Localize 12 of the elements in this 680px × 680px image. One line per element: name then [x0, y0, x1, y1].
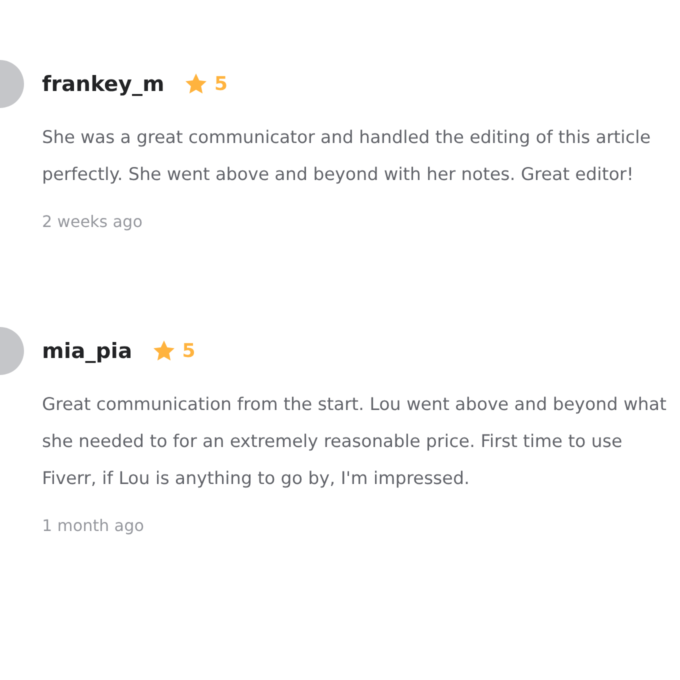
review-text: Great communication from the start. Lou went above and beyond what she needed to for an extremely reasonable price. First time to use Fiverr, if Lou is anything to go by, I'm impressed. [42, 394, 668, 491]
star-icon [184, 72, 208, 96]
review-text: She was a great communicator and handled the editing of this article perfectly. She went above and beyond with her notes. Great editor! [42, 127, 652, 187]
rating-value: 5 [182, 340, 196, 362]
star-icon [152, 339, 176, 363]
username: mia_pia [42, 339, 132, 363]
review-time: 1 month ago [42, 516, 146, 535]
review-time: 2 weeks ago [42, 212, 144, 231]
avatar-icon [0, 60, 24, 108]
rating-value: 5 [214, 73, 228, 95]
username: frankey_m [42, 72, 164, 96]
avatar-icon [0, 327, 24, 375]
